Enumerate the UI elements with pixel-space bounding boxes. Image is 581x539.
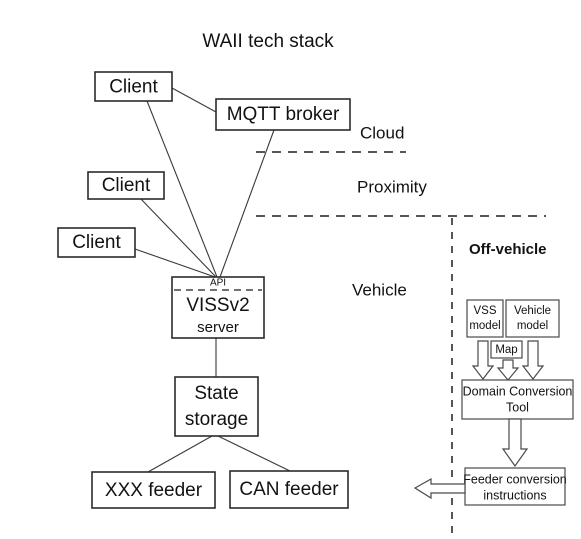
diagram-title: WAII tech stack: [202, 31, 334, 52]
client-3-label: Client: [72, 232, 121, 253]
diagram-canvas: WAII tech stack Cloud Proximity Vehicle …: [57, 31, 574, 539]
connector-client1-mqtt: [171, 87, 217, 113]
node-domain-conversion-tool[interactable]: Domain Conversion Tool: [461, 379, 574, 420]
map-label: Map: [495, 344, 517, 356]
connector-client2-api: [139, 197, 217, 278]
vehicle-model-label-line1: Vehicle: [514, 305, 551, 317]
can-feeder-label: CAN feeder: [239, 479, 339, 500]
node-state-storage[interactable]: State storage: [174, 376, 259, 437]
domain-conversion-tool-label-line1: Domain Conversion: [463, 384, 573, 398]
vissv2-name-label: VISSv2: [186, 295, 249, 316]
node-map[interactable]: Map: [490, 340, 523, 359]
connector-storage-xxx-feeder: [147, 435, 213, 473]
tech-stack-diagram: WAII tech stack Cloud Proximity Vehicle …: [0, 0, 581, 539]
vissv2-role-label: server: [197, 319, 239, 336]
mqtt-broker-label: MQTT broker: [227, 104, 340, 125]
zone-label-vehicle: Vehicle: [352, 280, 407, 299]
node-feeder-conversion-instructions[interactable]: Feeder conversion instructions: [463, 467, 567, 506]
domain-conversion-tool-label-line2: Tool: [506, 400, 529, 414]
node-client-1[interactable]: Client: [94, 71, 173, 102]
arrow-vss-to-domain-tool-icon: [471, 340, 495, 380]
arrow-map-to-domain-tool-icon: [496, 359, 520, 381]
connector-storage-can-feeder: [217, 435, 291, 472]
vss-model-label-line1: VSS: [473, 305, 496, 317]
node-client-3[interactable]: Client: [57, 227, 136, 258]
vissv2-api-label: API: [210, 278, 226, 289]
state-storage-label-line1: State: [194, 383, 238, 404]
arrow-domain-tool-to-feeder-instructions-icon: [501, 418, 529, 468]
arrow-feeder-instructions-to-vehicle-icon: [413, 477, 466, 500]
arrow-vehicle-model-to-domain-tool-icon: [521, 340, 545, 380]
vss-model-label-line2: model: [469, 320, 500, 332]
zone-label-cloud: Cloud: [360, 123, 404, 142]
node-mqtt-broker[interactable]: MQTT broker: [215, 98, 351, 131]
client-2-label: Client: [102, 175, 151, 196]
connector-mqtt-api: [219, 129, 275, 278]
client-1-label: Client: [109, 77, 158, 98]
zone-label-proximity: Proximity: [357, 177, 427, 196]
feeder-conversion-instructions-label-line1: Feeder conversion: [463, 472, 567, 486]
node-vss-model[interactable]: VSS model: [466, 299, 504, 338]
node-xxx-feeder[interactable]: XXX feeder: [91, 471, 216, 509]
node-can-feeder[interactable]: CAN feeder: [229, 470, 349, 509]
zone-label-off-vehicle: Off-vehicle: [469, 241, 547, 258]
vehicle-model-label-line2: model: [517, 320, 548, 332]
state-storage-label-line2: storage: [185, 409, 248, 430]
node-client-2[interactable]: Client: [87, 171, 165, 200]
node-vissv2-server[interactable]: API VISSv2 server: [171, 276, 265, 339]
xxx-feeder-label: XXX feeder: [105, 480, 203, 501]
feeder-conversion-instructions-label-line2: instructions: [483, 488, 546, 502]
node-vehicle-model[interactable]: Vehicle model: [505, 299, 560, 338]
